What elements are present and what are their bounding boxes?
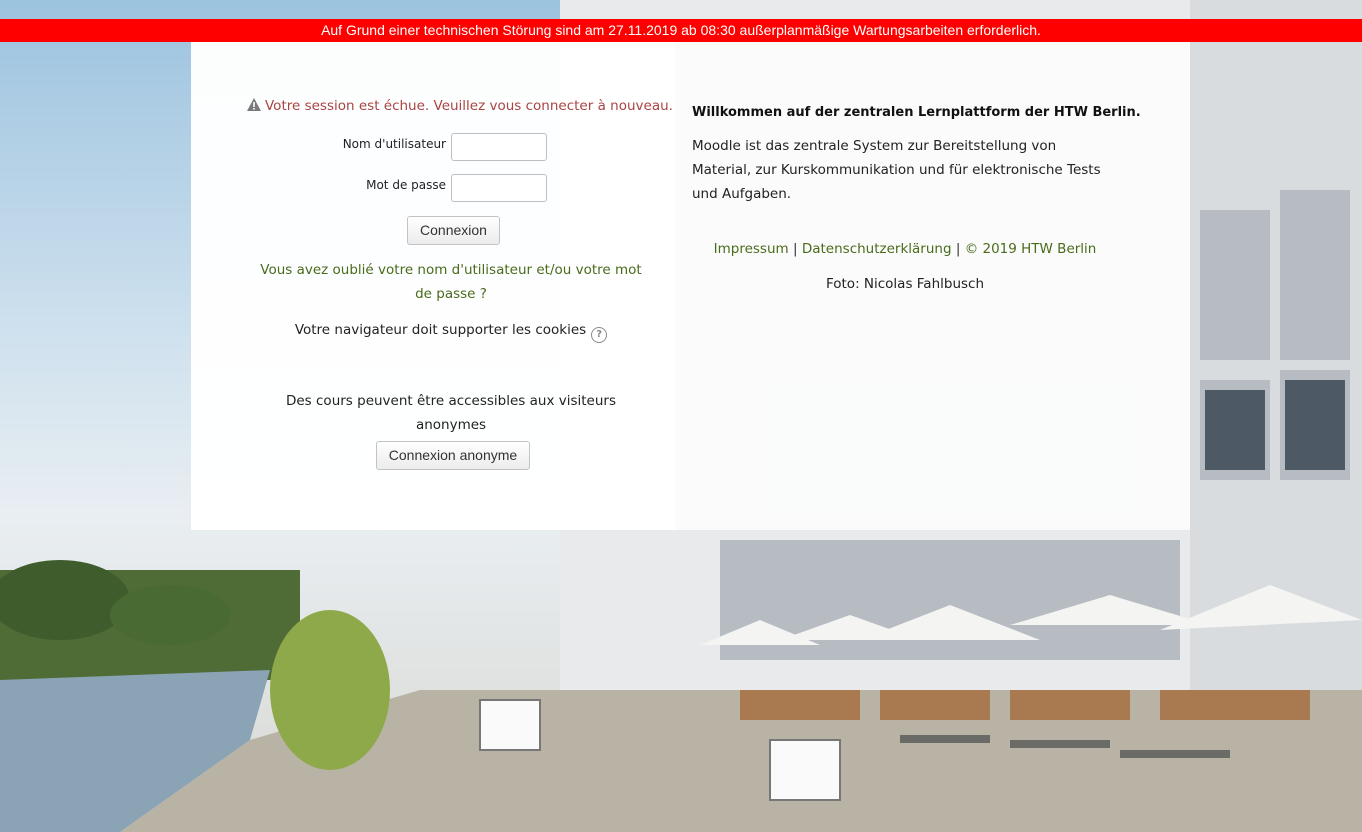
guest-access-text: Des cours peuvent être accessibles aux v… xyxy=(285,393,617,433)
password-input[interactable] xyxy=(451,174,547,202)
login-panel: Votre session est échue. Veuillez vous c… xyxy=(191,42,675,530)
footer-separator: | xyxy=(955,241,961,257)
help-icon[interactable]: ? xyxy=(591,327,608,343)
guest-login-button[interactable]: Connexion anonyme xyxy=(376,441,530,470)
maintenance-banner: Auf Grund einer technischen Störung sind… xyxy=(0,19,1362,42)
cookies-notice: Votre navigateur doit supporter les cook… xyxy=(251,322,651,343)
session-expired-text: Votre session est échue. Veuillez vous c… xyxy=(265,98,673,114)
username-input[interactable] xyxy=(451,133,547,161)
footer-separator: | xyxy=(792,241,798,257)
cookies-text: Votre navigateur doit supporter les cook… xyxy=(294,322,587,338)
datenschutz-link[interactable]: Datenschutzerklärung xyxy=(802,241,952,257)
welcome-text: Moodle ist das zentrale System zur Berei… xyxy=(692,138,1101,202)
impressum-link[interactable]: Impressum xyxy=(714,241,789,257)
footer-links: Impressum | Datenschutzerklärung | © 201… xyxy=(675,241,1135,257)
photo-credit: Foto: Nicolas Fahlbusch xyxy=(825,276,985,292)
maintenance-banner-text: Auf Grund einer technischen Störung sind… xyxy=(321,22,1041,38)
copyright-text: © 2019 HTW Berlin xyxy=(964,241,1097,257)
warning-icon xyxy=(246,97,262,116)
forgot-password-link[interactable]: Vous avez oublié votre nom d'utilisateur… xyxy=(251,258,651,306)
username-label: Nom d'utilisateur xyxy=(342,137,446,151)
password-label: Mot de passe xyxy=(366,178,446,192)
info-panel: Willkommen auf der zentralen Lernplattfo… xyxy=(675,42,1190,530)
session-expired-message: Votre session est échue. Veuillez vous c… xyxy=(246,97,673,116)
welcome-title: Willkommen auf der zentralen Lernplattfo… xyxy=(692,105,1141,120)
login-card: Votre session est échue. Veuillez vous c… xyxy=(191,42,1190,530)
login-button[interactable]: Connexion xyxy=(407,216,500,245)
